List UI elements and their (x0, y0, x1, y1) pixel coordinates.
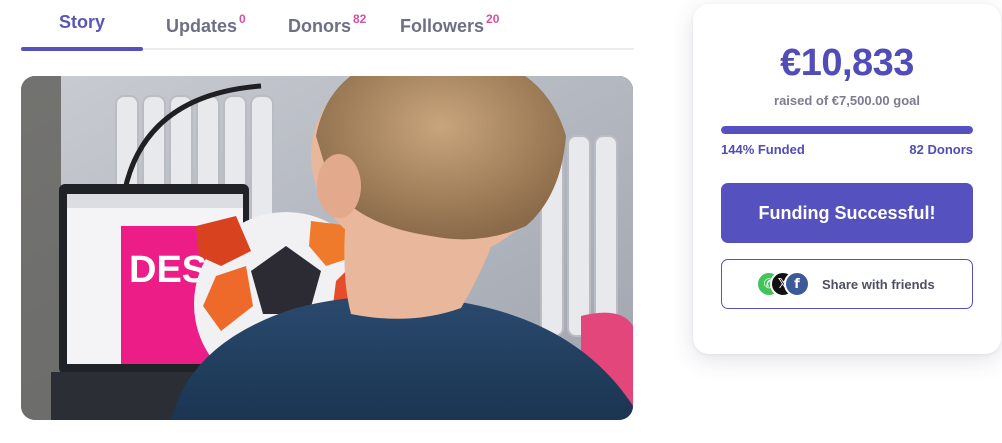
amount-raised: €10,833 (780, 42, 914, 84)
tab-donors-label: Donors (288, 16, 351, 36)
tab-donors[interactable]: Donors 82 (288, 12, 366, 42)
share-label: Share with friends (822, 276, 935, 292)
funding-progress-fill (721, 126, 973, 134)
share-with-friends-button[interactable]: ✆ 𝕏 f Share with friends (721, 259, 973, 309)
tab-updates[interactable]: Updates 0 (166, 12, 246, 42)
campaign-hero-image: DES (21, 76, 633, 420)
tab-bar: Story Updates 0 Donors 82 Followers 20 (21, 0, 634, 52)
tab-story[interactable]: Story (21, 12, 143, 42)
funding-card: €10,833 raised of €7,500.00 goal 144% Fu… (693, 4, 1001, 354)
share-icons-group: ✆ 𝕏 f (756, 271, 816, 297)
tab-donors-count: 82 (353, 12, 367, 26)
tab-updates-label: Updates (166, 16, 238, 36)
screen-text: DES (129, 249, 207, 291)
funding-successful-button[interactable]: Funding Successful! (721, 183, 973, 243)
goal-text: raised of €7,500.00 goal (774, 93, 920, 108)
funding-progress-bar (721, 126, 973, 134)
tab-story-label: Story (58, 12, 105, 32)
tab-updates-count: 0 (239, 12, 246, 26)
facebook-icon: f (784, 271, 810, 297)
tab-followers-count: 20 (486, 12, 500, 26)
funded-percent: 144% Funded (721, 142, 805, 157)
active-tab-indicator (21, 47, 143, 51)
donor-count: 82 Donors (909, 142, 973, 157)
tab-followers-label: Followers (400, 16, 485, 36)
tab-followers[interactable]: Followers 20 (400, 12, 499, 42)
